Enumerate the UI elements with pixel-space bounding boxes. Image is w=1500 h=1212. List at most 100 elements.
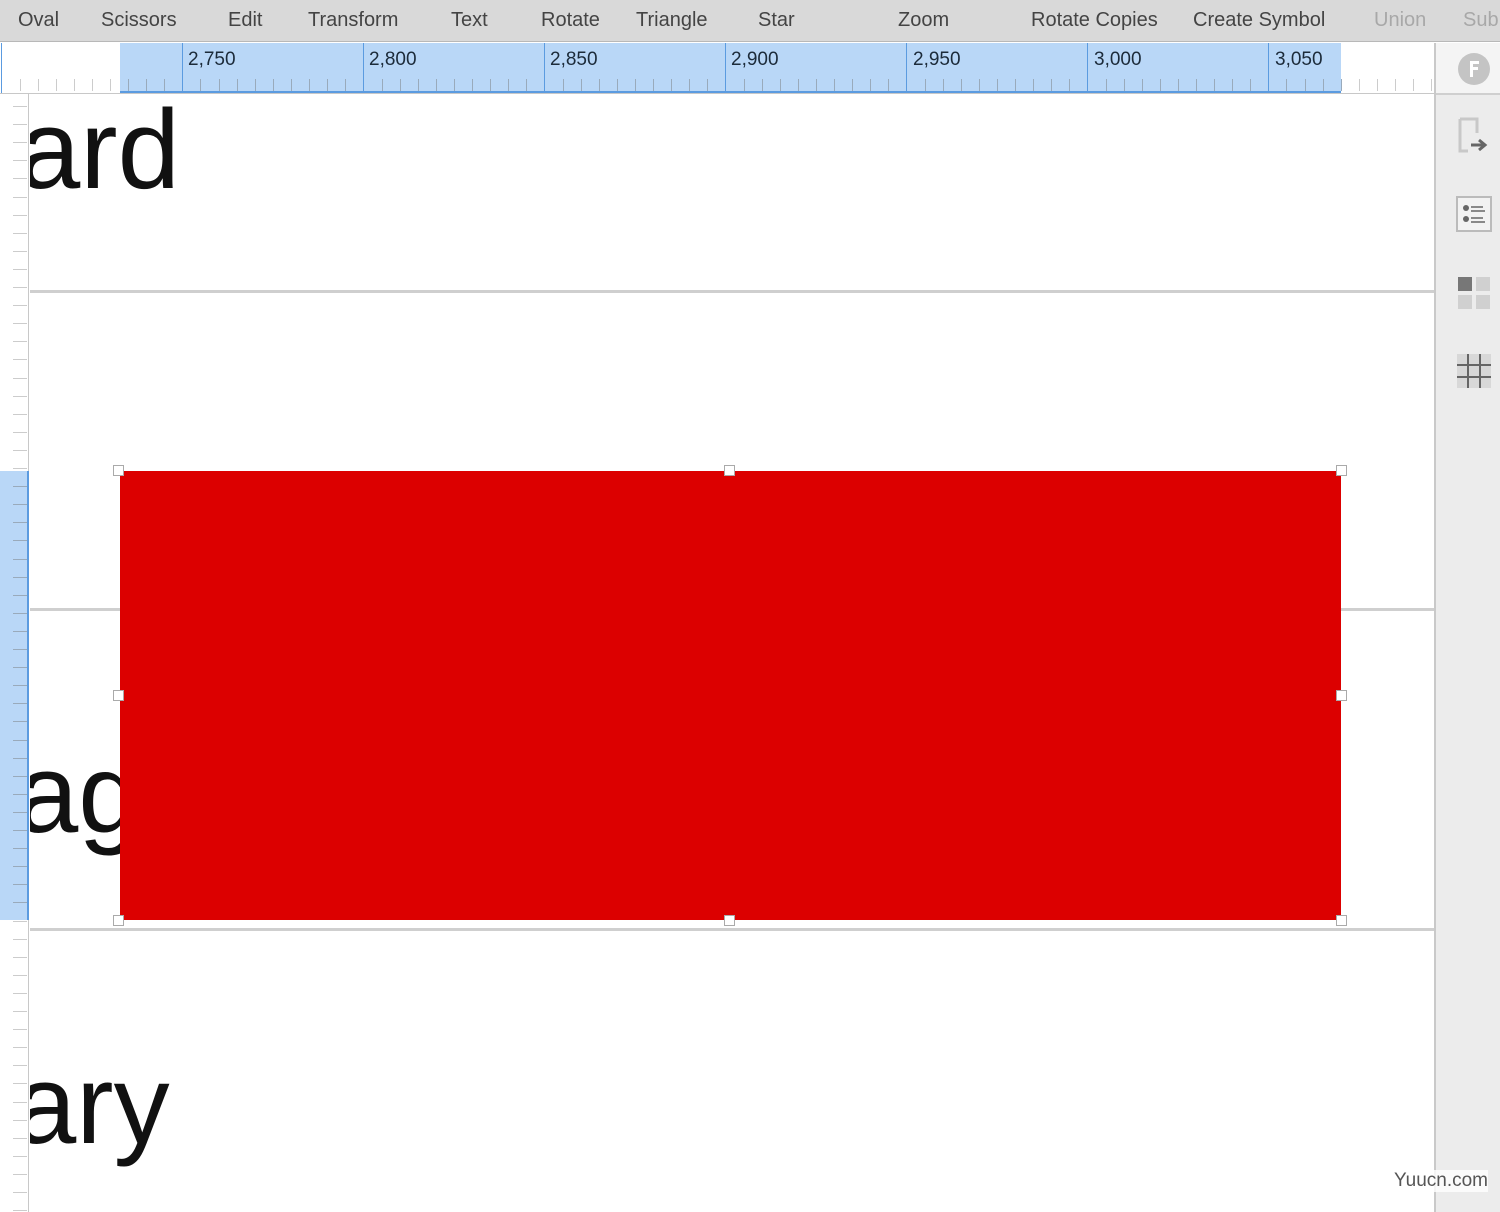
ruler-tick [780, 79, 781, 91]
horizontal-ruler[interactable]: 2,750 2,800 2,850 2,900 2,950 3,000 3,05… [0, 43, 1434, 116]
ruler-tick [400, 79, 401, 91]
ruler-tick [1033, 79, 1034, 91]
ruler-tick [635, 79, 636, 91]
ruler-tick [13, 378, 27, 379]
ruler-tick [1395, 79, 1396, 91]
ruler-tick [1106, 79, 1107, 91]
ruler-tick [13, 830, 27, 831]
ruler-label: 3,000 [1094, 49, 1142, 70]
ruler-tick [38, 79, 39, 91]
ruler-tick [1160, 79, 1161, 91]
ruler-tick [925, 79, 926, 91]
vertical-ruler[interactable] [0, 94, 29, 1212]
ruler-tick [146, 79, 147, 91]
ruler-tick [13, 577, 27, 578]
ruler-tick [653, 79, 654, 91]
tool-edit[interactable]: Edit [228, 9, 262, 32]
list-icon[interactable] [1456, 196, 1492, 232]
ruler-tick [13, 432, 27, 433]
ruler-tick [1015, 79, 1016, 91]
ruler-tick [13, 124, 27, 125]
ruler-label: 2,750 [188, 49, 236, 70]
ruler-tick [13, 1102, 27, 1103]
ruler-tick [13, 1192, 27, 1193]
ruler-tick [20, 79, 21, 91]
ruler-tick [13, 559, 27, 560]
ruler-tick [13, 884, 27, 885]
ruler-tick [13, 215, 27, 216]
ruler-tick [1359, 79, 1360, 91]
right-panel [1434, 43, 1500, 1212]
ruler-tick [219, 79, 220, 91]
ruler-tick [13, 269, 27, 270]
tool-create-symbol[interactable]: Create Symbol [1193, 9, 1325, 32]
ruler-tick [363, 43, 364, 93]
resize-handle[interactable] [724, 915, 735, 926]
ruler-tick [1305, 79, 1306, 91]
ruler-tick [454, 79, 455, 91]
canvas-text[interactable]: ary [30, 1049, 170, 1161]
ruler-tick [563, 79, 564, 91]
resize-handle[interactable] [1336, 915, 1347, 926]
ruler-tick [309, 79, 310, 91]
tool-star[interactable]: Star [758, 9, 795, 32]
grid-tiles-icon[interactable] [1456, 275, 1492, 311]
ruler-tick [327, 79, 328, 91]
ruler-tick [56, 79, 57, 91]
ruler-tick [13, 993, 27, 994]
tool-scissors[interactable]: Scissors [101, 9, 177, 32]
ruler-tick [13, 287, 27, 288]
ruler-tick [110, 79, 111, 91]
ruler-tick [74, 79, 75, 91]
ruler-tick [490, 79, 491, 91]
tool-zoom[interactable]: Zoom [898, 9, 949, 32]
table-icon[interactable] [1456, 353, 1492, 389]
resize-handle[interactable] [113, 690, 124, 701]
ruler-tick [164, 79, 165, 91]
resize-handle[interactable] [1336, 465, 1347, 476]
tool-oval[interactable]: Oval [18, 9, 59, 32]
tool-subtract: Sub [1463, 9, 1499, 31]
ruler-tick [13, 1138, 27, 1139]
ruler-tick [13, 414, 27, 415]
ruler-tick [237, 79, 238, 91]
watermark: Yuucn.com [1394, 1170, 1488, 1192]
ruler-tick [472, 79, 473, 91]
ruler-tick [1377, 79, 1378, 91]
ruler-tick [961, 79, 962, 91]
ruler-tick [13, 197, 27, 198]
ruler-tick [617, 79, 618, 91]
resize-handle[interactable] [113, 915, 124, 926]
ruler-tick [13, 631, 27, 632]
ruler-tick [979, 79, 980, 91]
tool-rotate[interactable]: Rotate [541, 9, 600, 32]
ruler-tick [13, 396, 27, 397]
ruler-tick [13, 776, 27, 777]
tool-transform[interactable]: Transform [308, 9, 398, 32]
ruler-tick [13, 1011, 27, 1012]
ruler-tick [13, 975, 27, 976]
f-logo-icon[interactable] [1457, 52, 1491, 86]
ruler-tick [870, 79, 871, 91]
ruler-tick [13, 685, 27, 686]
ruler-tick [13, 921, 27, 922]
canvas-text[interactable]: ard [30, 94, 180, 206]
export-icon[interactable] [1456, 115, 1492, 155]
resize-handle[interactable] [113, 465, 124, 476]
ruler-tick [345, 79, 346, 91]
tool-triangle[interactable]: Triangle [636, 9, 708, 32]
tool-rotate-copies[interactable]: Rotate Copies [1031, 9, 1158, 32]
ruler-tick [1232, 79, 1233, 91]
ruler-tick [13, 540, 27, 541]
red-rectangle[interactable] [120, 471, 1341, 920]
ruler-tick [1268, 43, 1269, 93]
ruler-tick [798, 79, 799, 91]
ruler-tick [13, 1065, 27, 1066]
resize-handle[interactable] [1336, 690, 1347, 701]
tool-text[interactable]: Text [451, 9, 488, 32]
ruler-tick [273, 79, 274, 91]
ruler-tick [1069, 79, 1070, 91]
ruler-tick [92, 79, 93, 91]
ruler-tick [13, 251, 27, 252]
resize-handle[interactable] [724, 465, 735, 476]
